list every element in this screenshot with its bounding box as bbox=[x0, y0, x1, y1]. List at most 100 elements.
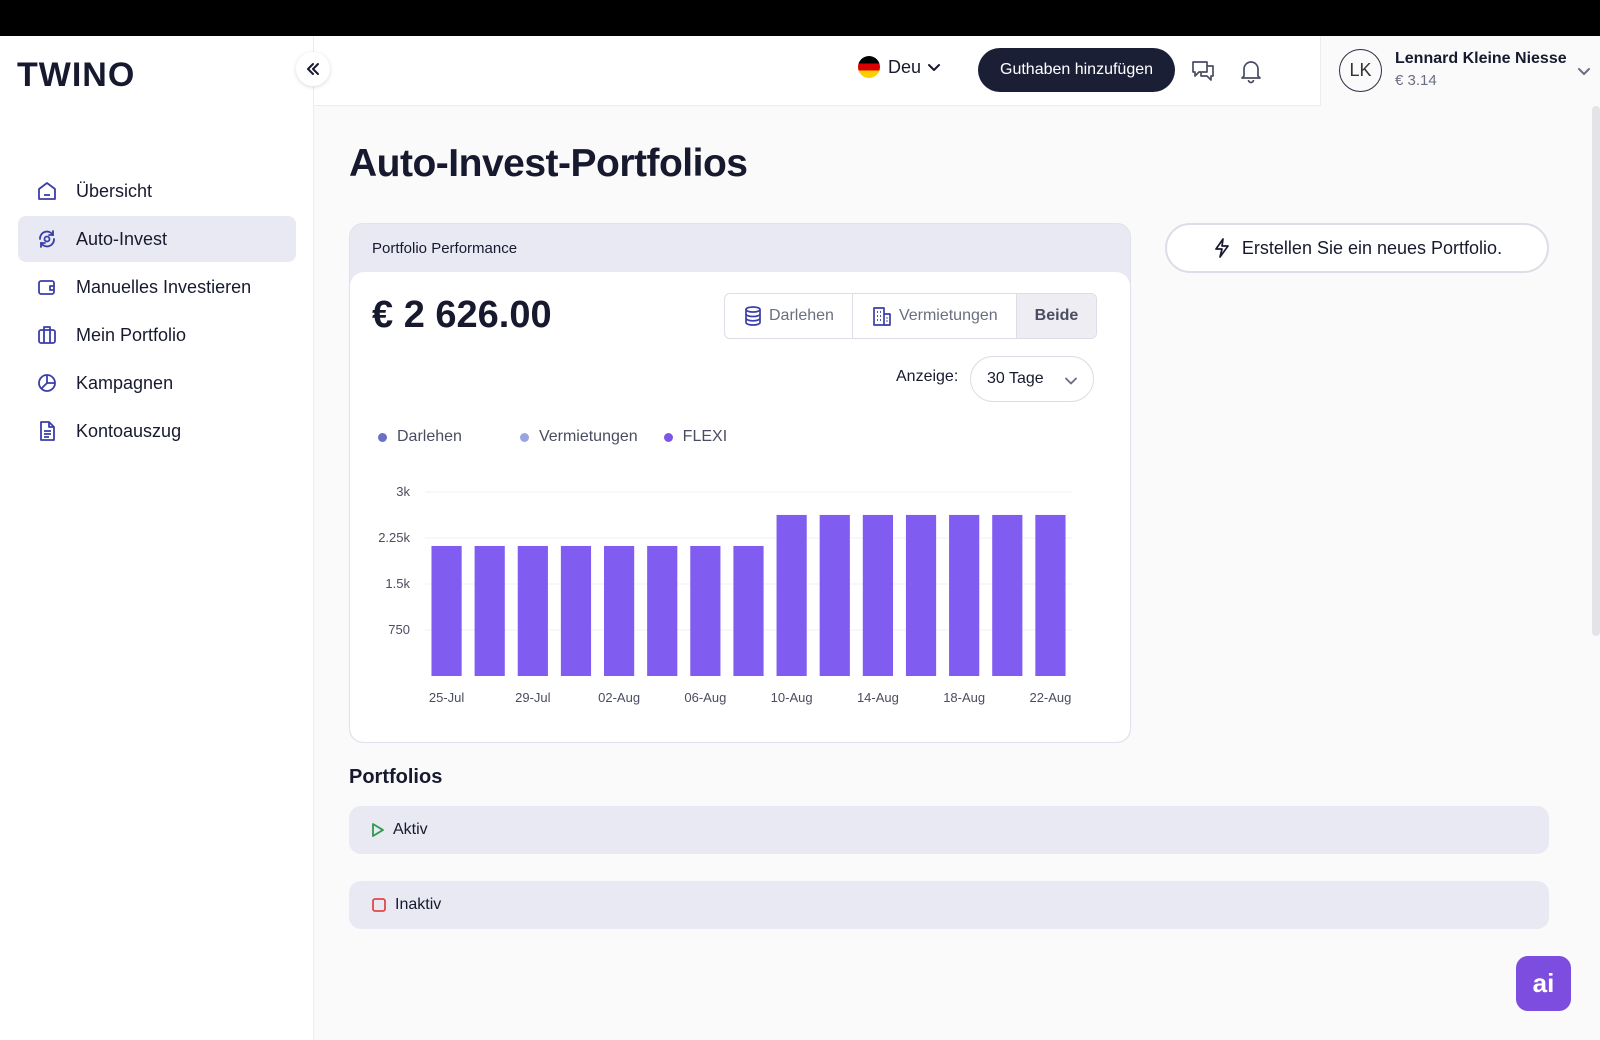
sidebar-item-label: Auto-Invest bbox=[76, 228, 168, 249]
portfolio-group-label: Inaktiv bbox=[395, 896, 442, 913]
bar-20-Aug[interactable] bbox=[992, 514, 1023, 676]
performance-card-title: Portfolio Performance bbox=[372, 240, 518, 257]
range-label: Anzeige: bbox=[896, 368, 959, 385]
sidebar-item-label: Mein Portfolio bbox=[76, 324, 187, 345]
user-name: Lennard Kleine Niesse bbox=[1395, 50, 1567, 67]
performance-bar-chart: 750 1.5k 2.25k 3k 25-Jul 29-Jul 02-Aug 06-Aug 10… bbox=[378, 484, 1072, 705]
performance-card-body: € 2 626.00 Darlehen Vermietungen Beide A… bbox=[350, 272, 1130, 742]
y-tick-label: 750 bbox=[388, 622, 410, 637]
lightning-icon bbox=[1215, 238, 1229, 258]
range-select[interactable]: 30 Tage bbox=[970, 356, 1094, 402]
legend-dot bbox=[378, 432, 387, 442]
x-tick-label: 18-Aug bbox=[943, 690, 985, 705]
chart-legend: Darlehen Vermietungen FLEXI bbox=[378, 428, 785, 446]
chevron-down-icon bbox=[1578, 68, 1590, 75]
segment-darlehen[interactable]: Darlehen bbox=[725, 294, 853, 338]
sidebar-item-kampagnen[interactable]: Kampagnen bbox=[18, 360, 296, 406]
bar-29-Jul[interactable] bbox=[517, 545, 548, 676]
avatar: LK bbox=[1339, 49, 1382, 92]
main-content: Auto-Invest-Portfolios Portfolio Perform… bbox=[314, 106, 1600, 1040]
bar-02-Aug[interactable] bbox=[604, 545, 635, 676]
top-bar bbox=[0, 0, 1600, 36]
bar-10-Aug[interactable] bbox=[776, 514, 807, 676]
segment-vermietungen[interactable]: Vermietungen bbox=[853, 294, 1017, 338]
bar-04-Aug[interactable] bbox=[647, 545, 678, 676]
scrollbar[interactable] bbox=[1592, 106, 1600, 636]
segment-label: Darlehen bbox=[769, 307, 834, 324]
legend-label: Darlehen bbox=[397, 428, 462, 445]
y-tick-label: 2.25k bbox=[378, 530, 410, 545]
sidebar-nav: Übersicht Auto-Invest Manuelles Investie… bbox=[18, 168, 296, 456]
sidebar-item-label: Kontoauszug bbox=[76, 420, 182, 441]
bell-icon[interactable] bbox=[1238, 58, 1264, 84]
sidebar-item-label: Manuelles Investieren bbox=[76, 276, 252, 297]
sidebar-item-auto-invest[interactable]: Auto-Invest bbox=[18, 216, 296, 262]
header: Deu Guthaben hinzufügen LK Lennard Klein… bbox=[314, 36, 1600, 106]
x-tick-label: 22-Aug bbox=[1029, 690, 1071, 705]
sidebar-item-kontoauszug[interactable]: Kontoauszug bbox=[18, 408, 296, 454]
sidebar: TWINO Übersicht Auto-Invest Manuelles In… bbox=[0, 36, 330, 1040]
german-flag-icon bbox=[858, 56, 880, 78]
user-menu[interactable]: LK Lennard Kleine Niesse € 3.14 bbox=[1320, 36, 1600, 106]
page-title: Auto-Invest-Portfolios bbox=[349, 142, 748, 185]
portfolio-amount: € 2 626.00 bbox=[372, 294, 552, 336]
x-tick-label: 14-Aug bbox=[857, 690, 899, 705]
document-icon bbox=[40, 421, 55, 441]
x-tick-label: 25-Jul bbox=[429, 690, 465, 705]
legend-item-flexi[interactable]: FLEXI bbox=[663, 428, 728, 446]
asset-type-toggle: Darlehen Vermietungen Beide bbox=[724, 293, 1098, 339]
create-new-portfolio-label: Erstellen Sie ein neues Portfolio. bbox=[1241, 237, 1503, 258]
bar-16-Aug[interactable] bbox=[905, 514, 937, 676]
play-icon bbox=[372, 823, 384, 837]
segment-label: Beide bbox=[1034, 307, 1079, 324]
ai-assistant-button[interactable]: ai bbox=[1516, 956, 1571, 1011]
y-tick-label: 1.5k bbox=[385, 576, 410, 591]
language-label: Deu bbox=[888, 56, 922, 77]
portfolio-group-aktiv[interactable]: Aktiv bbox=[349, 806, 1549, 854]
bar-31-Jul[interactable] bbox=[560, 545, 592, 676]
chevron-down-icon bbox=[1065, 377, 1077, 385]
x-tick-label: 10-Aug bbox=[771, 690, 813, 705]
wallet-icon bbox=[38, 280, 55, 295]
user-balance: € 3.14 bbox=[1395, 72, 1437, 89]
legend-label: Vermietungen bbox=[538, 428, 638, 445]
legend-dot bbox=[519, 432, 529, 442]
bar-06-Aug[interactable] bbox=[690, 545, 721, 676]
legend-item-vermietungen[interactable]: Vermietungen bbox=[519, 428, 638, 446]
bar-22-Aug[interactable] bbox=[1035, 514, 1066, 676]
bar-18-Aug[interactable] bbox=[949, 514, 980, 676]
legend-item-darlehen[interactable]: Darlehen bbox=[378, 428, 462, 446]
bar-14-Aug[interactable] bbox=[862, 514, 893, 676]
logo[interactable]: TWINO bbox=[17, 56, 135, 95]
create-new-portfolio-button[interactable]: Erstellen Sie ein neues Portfolio. bbox=[1165, 223, 1549, 273]
segment-label: Vermietungen bbox=[898, 307, 998, 324]
home-icon bbox=[38, 182, 56, 200]
segment-beide[interactable]: Beide bbox=[1016, 294, 1097, 338]
pie-chart-icon bbox=[38, 374, 56, 392]
building-icon bbox=[873, 307, 891, 326]
sidebar-item-uebersicht[interactable]: Übersicht bbox=[18, 168, 296, 214]
auto-invest-icon bbox=[39, 230, 55, 248]
collapse-sidebar-button[interactable] bbox=[296, 52, 330, 86]
x-tick-label: 06-Aug bbox=[684, 690, 726, 705]
y-tick-label: 3k bbox=[396, 484, 410, 499]
portfolio-performance-card: Portfolio Performance € 2 626.00 Darlehe… bbox=[349, 223, 1131, 743]
legend-label: FLEXI bbox=[682, 428, 728, 445]
stop-icon bbox=[372, 898, 386, 912]
briefcase-icon bbox=[38, 326, 56, 344]
bar-08-Aug[interactable] bbox=[733, 545, 764, 676]
sidebar-item-label: Übersicht bbox=[76, 180, 153, 201]
legend-dot bbox=[663, 432, 673, 442]
language-selector[interactable]: Deu bbox=[858, 56, 941, 78]
portfolio-group-label: Aktiv bbox=[393, 821, 428, 838]
bar-27-Jul[interactable] bbox=[474, 545, 505, 676]
sidebar-item-manuelles-investieren[interactable]: Manuelles Investieren bbox=[18, 264, 296, 310]
portfolio-group-inaktiv[interactable]: Inaktiv bbox=[349, 881, 1549, 929]
chat-icon[interactable] bbox=[1190, 58, 1216, 84]
bar-12-Aug[interactable] bbox=[819, 514, 850, 676]
x-tick-label: 29-Jul bbox=[515, 690, 551, 705]
sidebar-item-mein-portfolio[interactable]: Mein Portfolio bbox=[18, 312, 296, 358]
add-funds-button[interactable]: Guthaben hinzufügen bbox=[978, 48, 1176, 92]
bar-25-Jul[interactable] bbox=[431, 545, 462, 676]
chevron-down-icon bbox=[928, 64, 941, 71]
